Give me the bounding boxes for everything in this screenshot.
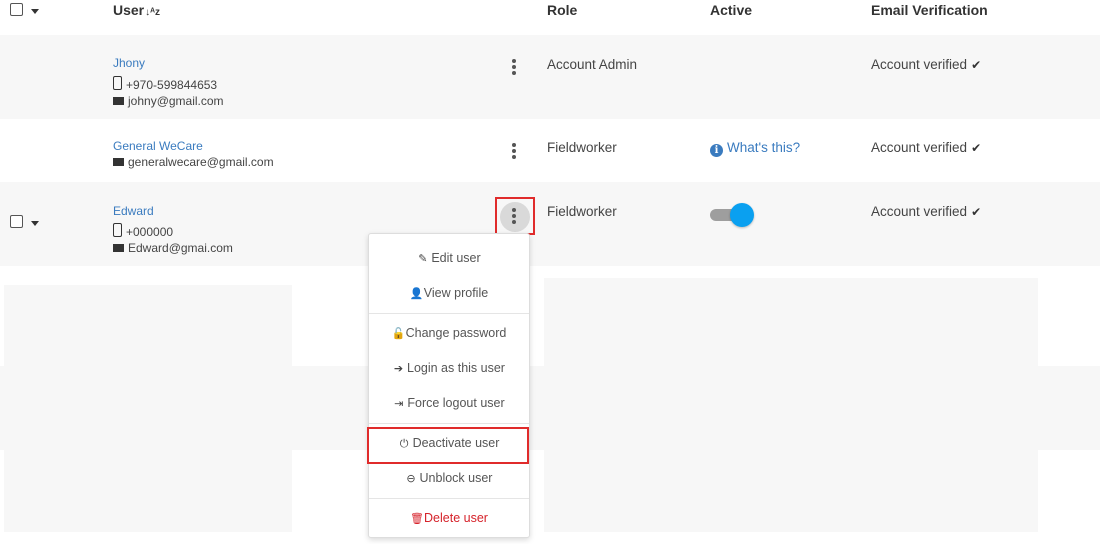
menu-item-delete-user[interactable]: 🗑Delete user: [369, 511, 529, 525]
user-email: Edward@gmai.com: [113, 241, 233, 255]
more-actions-button-active[interactable]: [495, 197, 535, 235]
unlock-icon: 🔓: [391, 328, 406, 340]
menu-item-force-logout[interactable]: ⇥ Force logout user: [369, 396, 529, 410]
menu-divider: [369, 313, 529, 314]
whats-this-link[interactable]: i What's this?: [710, 140, 800, 157]
more-actions-icon[interactable]: [512, 208, 516, 226]
row-dropdown-icon[interactable]: [31, 221, 39, 226]
email-text: generalwecare@gmail.com: [128, 155, 274, 169]
phone-text: +000000: [126, 225, 174, 239]
edit-icon: ✎: [418, 253, 428, 265]
placeholder-block: [4, 285, 292, 366]
more-actions-icon[interactable]: [512, 143, 516, 161]
user-name-link[interactable]: Jhony: [113, 56, 145, 70]
role-column-header: Role: [547, 2, 578, 18]
placeholder-block: [544, 278, 1038, 366]
placeholder-block: [4, 450, 292, 532]
toggle-knob: [730, 203, 754, 227]
user-name-link[interactable]: General WeCare: [113, 139, 203, 153]
menu-divider: [369, 498, 529, 499]
info-icon: i: [710, 144, 723, 157]
placeholder-block: [544, 450, 1038, 532]
verification-status: Account verified ✔: [871, 140, 982, 155]
user-phone: +970-599844653: [113, 75, 217, 92]
sort-alpha-icon[interactable]: ↓ᴬz: [145, 7, 160, 18]
envelope-icon: [113, 97, 124, 105]
email-verification-column-header: Email Verification: [871, 2, 988, 18]
minus-circle-icon: ⊖: [406, 473, 416, 485]
verification-status: Account verified ✔: [871, 204, 982, 219]
user-icon: 👤: [409, 288, 424, 300]
envelope-icon: [113, 158, 124, 166]
check-icon: ✔: [971, 58, 982, 72]
email-text: johny@gmail.com: [128, 94, 224, 108]
active-column-header: Active: [710, 2, 753, 18]
row-checkbox[interactable]: [10, 215, 23, 228]
role-text: Account Admin: [547, 57, 638, 72]
verification-status: Account verified ✔: [871, 57, 982, 72]
deactivate-highlight: [367, 427, 529, 464]
menu-item-login-as-user[interactable]: ➔ Login as this user: [369, 361, 529, 375]
menu-item-edit-user[interactable]: ✎ Edit user: [369, 251, 529, 265]
table-row: General WeCare generalwecare@gmail.com F…: [0, 119, 1100, 182]
placeholder-row: [0, 366, 1100, 450]
phone-icon: [113, 76, 122, 90]
more-actions-icon[interactable]: [512, 59, 516, 77]
menu-item-change-password[interactable]: 🔓Change password: [369, 326, 529, 340]
check-icon: ✔: [971, 141, 982, 155]
table-header: User↓ᴬz Role Active Email Verification: [0, 0, 1100, 35]
envelope-icon: [113, 244, 124, 252]
menu-item-view-profile[interactable]: 👤View profile: [369, 286, 529, 300]
table-row: Edward +000000 Edward@gmai.com Fieldwork…: [0, 182, 1100, 266]
role-text: Fieldworker: [547, 204, 617, 219]
check-icon: ✔: [971, 205, 982, 219]
phone-icon: [113, 223, 122, 237]
user-name-link[interactable]: Edward: [113, 204, 154, 218]
sign-out-icon: ⇥: [394, 398, 404, 410]
table-row: Jhony +970-599844653 johny@gmail.com Acc…: [0, 35, 1100, 119]
select-all-dropdown-icon[interactable]: [31, 9, 39, 14]
user-phone: +000000: [113, 222, 173, 239]
user-email: generalwecare@gmail.com: [113, 155, 274, 169]
role-text: Fieldworker: [547, 140, 617, 155]
user-column-header[interactable]: User↓ᴬz: [113, 2, 160, 18]
select-all-checkbox[interactable]: [10, 3, 23, 16]
active-toggle[interactable]: [710, 203, 754, 227]
trash-icon: 🗑: [410, 513, 424, 525]
user-actions-menu: ✎ Edit user 👤View profile 🔓Change passwor…: [367, 233, 530, 538]
sign-in-icon: ➔: [393, 363, 404, 375]
menu-divider: [369, 423, 529, 424]
user-column-label: User: [113, 2, 145, 18]
phone-text: +970-599844653: [126, 78, 218, 92]
user-email: johny@gmail.com: [113, 94, 224, 108]
menu-item-unblock-user[interactable]: ⊖ Unblock user: [369, 471, 529, 485]
email-text: Edward@gmai.com: [128, 241, 233, 255]
